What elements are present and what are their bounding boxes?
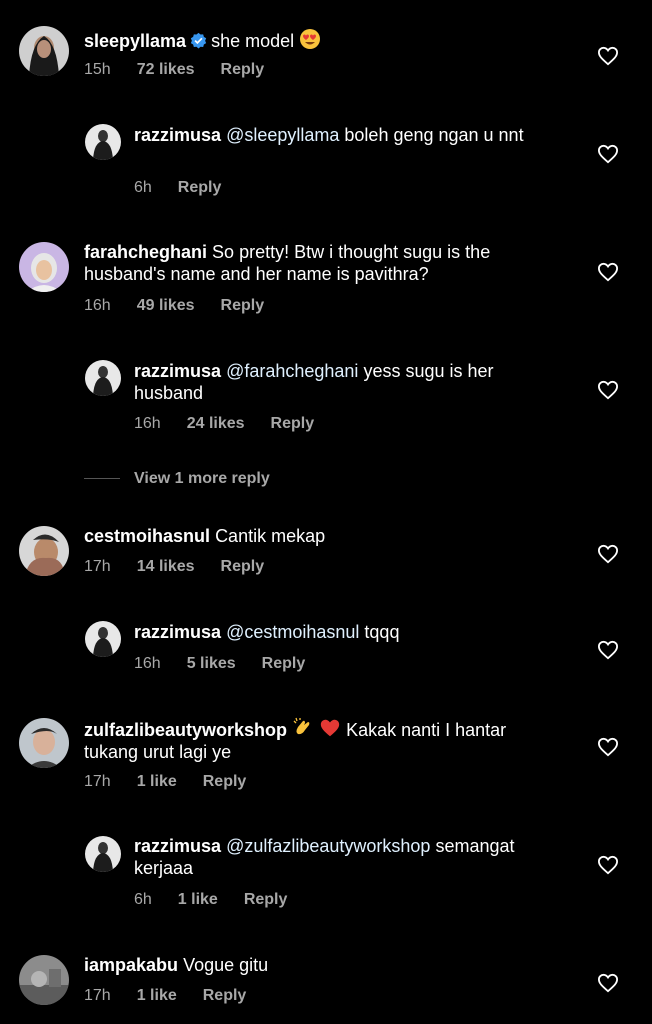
reply-button[interactable]: Reply [221,61,265,79]
red-heart-emoji-icon [320,719,340,737]
likes-count[interactable]: 1 like [137,987,177,1005]
username[interactable]: razzimusa [134,836,221,856]
like-heart-icon[interactable] [597,737,619,757]
username[interactable]: iampakabu [84,955,178,975]
likes-count[interactable]: 1 like [178,891,218,909]
like-heart-icon[interactable] [597,144,619,164]
reply-button[interactable]: Reply [262,655,306,673]
avatar[interactable] [85,360,121,396]
comment-meta: 16h 5 likes Reply [134,655,305,673]
like-heart-icon[interactable] [597,46,619,66]
mention-link[interactable]: @zulfazlibeautyworkshop [226,836,430,856]
comment-meta: 6h 1 like Reply [134,891,287,909]
verified-badge-icon [190,32,207,49]
reply-button[interactable]: Reply [244,891,288,909]
reply-button[interactable]: Reply [203,987,247,1005]
like-heart-icon[interactable] [597,544,619,564]
comment-text: razzimusa @farahcheghani yess sugu is he… [134,360,554,404]
timestamp: 15h [84,61,111,78]
mention-link[interactable]: @farahcheghani [226,361,358,381]
comment-meta: 17h 1 like Reply [84,773,246,791]
comment-meta: 15h 72 likes Reply [84,61,264,79]
username[interactable]: cestmoihasnul [84,526,210,546]
avatar[interactable] [19,26,69,76]
comment-text: iampakabu Vogue gitu [84,954,554,976]
comment-text: razzimusa @zulfazlibeautyworkshop semang… [134,835,554,879]
reply-button[interactable]: Reply [221,558,265,576]
like-heart-icon[interactable] [597,380,619,400]
timestamp: 17h [84,987,111,1004]
reply-button[interactable]: Reply [271,415,315,433]
timestamp: 16h [134,655,161,672]
divider [84,478,120,480]
avatar[interactable] [19,718,69,768]
reply-button[interactable]: Reply [203,773,247,791]
reply-button[interactable]: Reply [178,179,222,197]
avatar[interactable] [85,124,121,160]
timestamp: 6h [134,179,152,196]
username[interactable]: sleepyllama [84,31,186,51]
comment-meta: 6h Reply [134,179,221,197]
likes-count[interactable]: 1 like [137,773,177,791]
likes-count[interactable]: 49 likes [137,297,195,315]
comment-text: zulfazlibeautyworkshop Kakak nanti I han… [84,717,554,763]
timestamp: 17h [84,558,111,575]
avatar[interactable] [85,621,121,657]
comment-meta: 17h 14 likes Reply [84,558,264,576]
comment-text: sleepyllama she model [84,28,554,52]
comment-meta: 17h 1 like Reply [84,987,246,1005]
comment-body: she model [211,31,295,51]
heart-eyes-emoji-icon [300,29,321,49]
clapping-hands-emoji-icon [293,717,310,735]
comment-text: razzimusa @sleepyllama boleh geng ngan u… [134,124,554,146]
mention-link[interactable]: @sleepyllama [226,125,339,145]
avatar[interactable] [19,526,69,576]
comment-body: Vogue gitu [183,955,269,975]
view-more-label: View 1 more reply [134,470,270,487]
likes-count[interactable]: 24 likes [187,415,245,433]
avatar[interactable] [19,955,69,1005]
username[interactable]: razzimusa [134,361,221,381]
comment-text: cestmoihasnul Cantik mekap [84,525,554,547]
username[interactable]: farahcheghani [84,242,207,262]
username[interactable]: razzimusa [134,622,221,642]
comment-text: razzimusa @cestmoihasnul tqqq [134,621,554,643]
mention-link[interactable]: @cestmoihasnul [226,622,359,642]
avatar[interactable] [19,242,69,292]
username[interactable]: zulfazlibeautyworkshop [84,720,287,740]
comment-meta: 16h 49 likes Reply [84,297,264,315]
username[interactable]: razzimusa [134,125,221,145]
comment-meta: 16h 24 likes Reply [134,415,314,433]
likes-count[interactable]: 14 likes [137,558,195,576]
view-more-replies-button[interactable]: View 1 more reply [84,470,270,488]
like-heart-icon[interactable] [597,855,619,875]
comment-body: boleh geng ngan u nnt [344,125,524,145]
avatar[interactable] [85,836,121,872]
reply-button[interactable]: Reply [221,297,265,315]
timestamp: 16h [84,297,111,314]
timestamp: 16h [134,415,161,432]
like-heart-icon[interactable] [597,973,619,993]
comment-text: farahcheghani So pretty! Btw i thought s… [84,241,554,285]
timestamp: 6h [134,891,152,908]
like-heart-icon[interactable] [597,640,619,660]
comment-body: Cantik mekap [215,526,326,546]
timestamp: 17h [84,773,111,790]
likes-count[interactable]: 5 likes [187,655,236,673]
likes-count[interactable]: 72 likes [137,61,195,79]
like-heart-icon[interactable] [597,262,619,282]
comment-body: tqqq [364,622,400,642]
